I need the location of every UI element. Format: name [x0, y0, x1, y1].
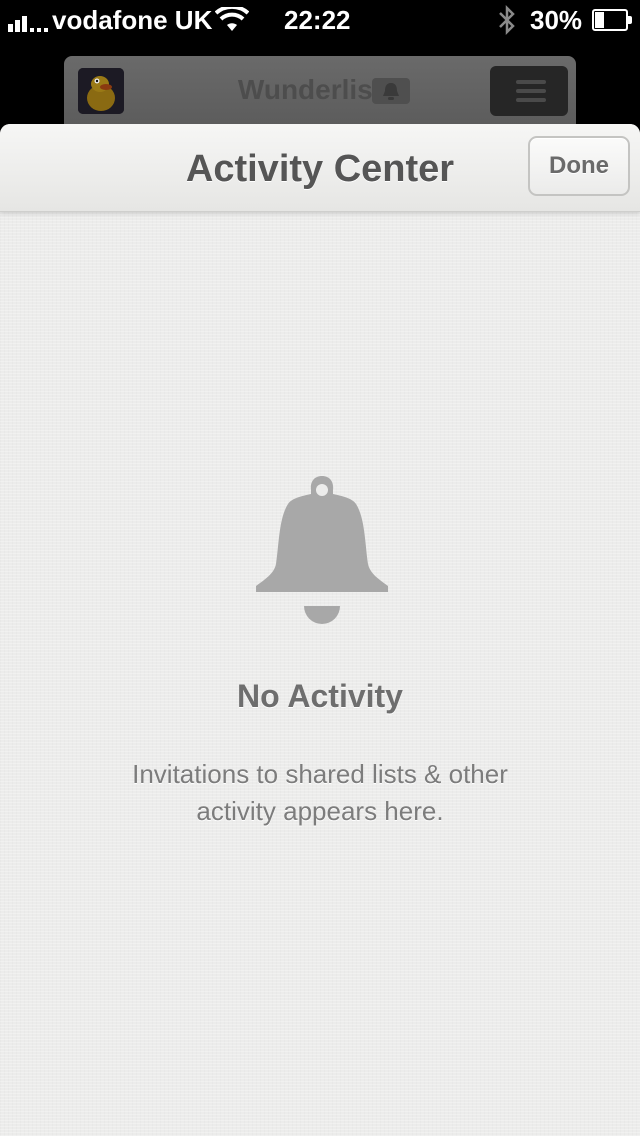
wifi-icon	[215, 7, 249, 31]
signal-icon	[8, 12, 48, 32]
battery-percentage: 30%	[530, 5, 583, 35]
empty-state: No Activity Invitations to shared lists …	[0, 124, 640, 1136]
activity-center-sheet: No Activity Invitations to shared lists …	[0, 124, 640, 1136]
battery-icon	[592, 9, 632, 31]
navigation-bar: Activity Center Done	[0, 124, 640, 212]
screen: vodafone UK 22:22 30% Wunderlist No Acti…	[0, 0, 640, 1136]
carrier-name: vodafone UK	[52, 5, 213, 35]
bell-icon	[256, 476, 388, 624]
bluetooth-icon	[499, 4, 515, 36]
status-bar: vodafone UK 22:22 30%	[0, 0, 640, 40]
done-button[interactable]: Done	[528, 136, 630, 196]
empty-state-description: Invitations to shared lists & other acti…	[132, 759, 508, 826]
empty-state-title: No Activity	[237, 678, 403, 714]
bell-icon	[372, 78, 410, 104]
clock: 22:22	[284, 5, 351, 35]
menu-icon	[490, 66, 568, 116]
